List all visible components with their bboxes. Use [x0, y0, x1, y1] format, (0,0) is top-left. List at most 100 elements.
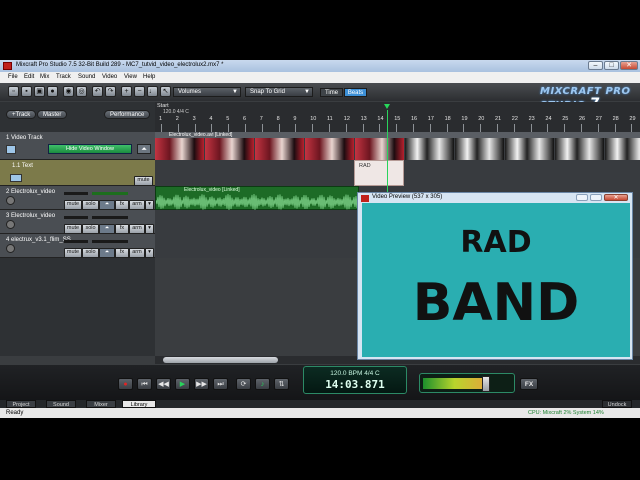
- volume-knob-icon[interactable]: [6, 196, 15, 205]
- burn-cd-icon[interactable]: ◎: [76, 86, 87, 97]
- undock-button[interactable]: Undock: [602, 400, 632, 408]
- solo-button[interactable]: solo: [82, 200, 99, 210]
- track-audio-4: 4 electrux_v3.1_flim_SS mute solo ⏶ fx a…: [0, 234, 155, 258]
- mute-button[interactable]: mute: [64, 200, 82, 210]
- pan-slider[interactable]: [92, 192, 128, 195]
- hide-video-window-button[interactable]: Hide Video Window: [48, 144, 132, 154]
- master-button[interactable]: Master: [37, 110, 68, 119]
- tab-sound[interactable]: Sound: [46, 400, 76, 408]
- mute-button[interactable]: mute: [64, 248, 82, 258]
- render-icon[interactable]: ◉: [63, 86, 74, 97]
- zoom-in-icon[interactable]: +: [121, 86, 132, 97]
- arm-button[interactable]: arm: [129, 224, 145, 234]
- close-button[interactable]: ✕: [620, 61, 638, 70]
- time-display[interactable]: 120.0 BPM 4/4 C 14:03.871: [303, 366, 407, 394]
- beats-toggle[interactable]: Beats: [344, 88, 367, 97]
- text-lane[interactable]: RAD: [155, 160, 640, 186]
- maximize-button[interactable]: [590, 194, 602, 201]
- video-lane[interactable]: Electrolux_video.avi [Linked]: [155, 132, 640, 160]
- record-setup-icon[interactable]: ●: [47, 86, 58, 97]
- audio-clip[interactable]: Electrolux_video [Linked]: [155, 186, 360, 210]
- fx-button[interactable]: fx: [115, 200, 129, 210]
- close-button[interactable]: ✕: [604, 194, 628, 201]
- tab-mixer[interactable]: Mixer: [86, 400, 116, 408]
- video-preview-window[interactable]: Video Preview (537 x 305) ✕ RAD BAND: [357, 192, 633, 360]
- save-icon[interactable]: ▣: [34, 86, 45, 97]
- volume-knob-icon[interactable]: [6, 244, 15, 253]
- pan-slider[interactable]: [92, 240, 128, 243]
- view-mode-value: Volumes: [178, 89, 202, 95]
- time-toggle[interactable]: Time: [320, 88, 343, 97]
- video-thumbnail: [405, 138, 454, 160]
- view-mode-dropdown[interactable]: Volumes ▼: [173, 87, 241, 97]
- ruler-tick: [614, 124, 616, 132]
- tab-project[interactable]: Project: [6, 400, 36, 408]
- arm-button[interactable]: arm: [129, 248, 145, 258]
- fx-button[interactable]: FX: [520, 378, 538, 390]
- automation-icon[interactable]: ⏶: [99, 200, 115, 210]
- video-thumbnails: [155, 138, 640, 160]
- fast-forward-icon[interactable]: ▶▶: [194, 378, 209, 390]
- track-menu-icon[interactable]: ▾: [145, 224, 154, 234]
- master-meter[interactable]: [419, 373, 515, 393]
- scroll-thumb[interactable]: [163, 357, 278, 363]
- track-menu-icon[interactable]: ▾: [145, 200, 154, 210]
- ruler-tick: [312, 124, 314, 132]
- minimize-button[interactable]: –: [588, 61, 603, 70]
- volume-slider[interactable]: [64, 240, 88, 243]
- menu-mix[interactable]: Mix: [40, 74, 49, 80]
- volume-slider[interactable]: [64, 216, 88, 219]
- undo-icon[interactable]: ↶: [92, 86, 103, 97]
- maximize-button[interactable]: □: [604, 61, 619, 70]
- automation-icon[interactable]: ⏶: [99, 224, 115, 234]
- volume-slider[interactable]: [64, 192, 88, 195]
- fx-button[interactable]: fx: [115, 248, 129, 258]
- automation-icon[interactable]: ⏶: [99, 248, 115, 258]
- text-clip[interactable]: RAD: [354, 160, 404, 186]
- punch-icon[interactable]: ⇅: [274, 378, 289, 390]
- video-thumbnail: [205, 138, 254, 160]
- loop-icon[interactable]: ⟳: [236, 378, 251, 390]
- timeline-ruler[interactable]: Start 120.0 4/4 C 1 2 3 4 5 6 7 8 9 10 11 12 13 14 15 1…: [155, 102, 640, 132]
- open-folder-icon[interactable]: ▪: [21, 86, 32, 97]
- track-menu-icon[interactable]: ▾: [145, 248, 154, 258]
- redo-icon[interactable]: ↷: [105, 86, 116, 97]
- pointer-icon[interactable]: ↖: [160, 86, 171, 97]
- metronome-icon[interactable]: ♩: [147, 86, 158, 97]
- menu-sound[interactable]: Sound: [78, 74, 95, 80]
- menu-edit[interactable]: Edit: [24, 74, 34, 80]
- zoom-out-icon[interactable]: −: [134, 86, 145, 97]
- ruler-tick: [530, 124, 532, 132]
- performance-button[interactable]: Performance: [104, 110, 151, 119]
- chevron-down-icon: ▼: [304, 89, 310, 95]
- master-volume-handle[interactable]: [482, 376, 490, 392]
- snap-dropdown[interactable]: Snap To Grid ▼: [245, 87, 313, 97]
- solo-button[interactable]: solo: [82, 248, 99, 258]
- automation-icon[interactable]: ⏶: [137, 144, 151, 154]
- menu-view[interactable]: View: [124, 74, 137, 80]
- solo-button[interactable]: solo: [82, 224, 99, 234]
- pan-slider[interactable]: [92, 216, 128, 219]
- minimize-button[interactable]: [576, 194, 588, 201]
- skip-to-end-icon[interactable]: ⏭: [213, 378, 228, 390]
- playhead-marker[interactable]: [384, 104, 390, 109]
- menu-file[interactable]: File: [8, 74, 18, 80]
- record-icon[interactable]: ●: [118, 378, 133, 390]
- tab-library[interactable]: Library: [122, 400, 156, 408]
- arm-button[interactable]: arm: [129, 200, 145, 210]
- ruler-tick: [161, 124, 162, 132]
- app-icon: [361, 195, 369, 202]
- menu-track[interactable]: Track: [56, 74, 71, 80]
- mute-button[interactable]: mute: [134, 176, 153, 186]
- add-track-button[interactable]: +Track: [6, 110, 37, 119]
- rewind-icon[interactable]: ◀◀: [156, 378, 171, 390]
- volume-knob-icon[interactable]: [6, 220, 15, 229]
- mute-button[interactable]: mute: [64, 224, 82, 234]
- rewind-to-start-icon[interactable]: ⏮: [137, 378, 152, 390]
- play-icon[interactable]: ▶: [175, 378, 190, 390]
- fx-button[interactable]: fx: [115, 224, 129, 234]
- menu-video[interactable]: Video: [102, 74, 117, 80]
- menu-help[interactable]: Help: [143, 74, 155, 80]
- new-file-icon[interactable]: ▫: [8, 86, 19, 97]
- metronome-icon[interactable]: ♪: [255, 378, 270, 390]
